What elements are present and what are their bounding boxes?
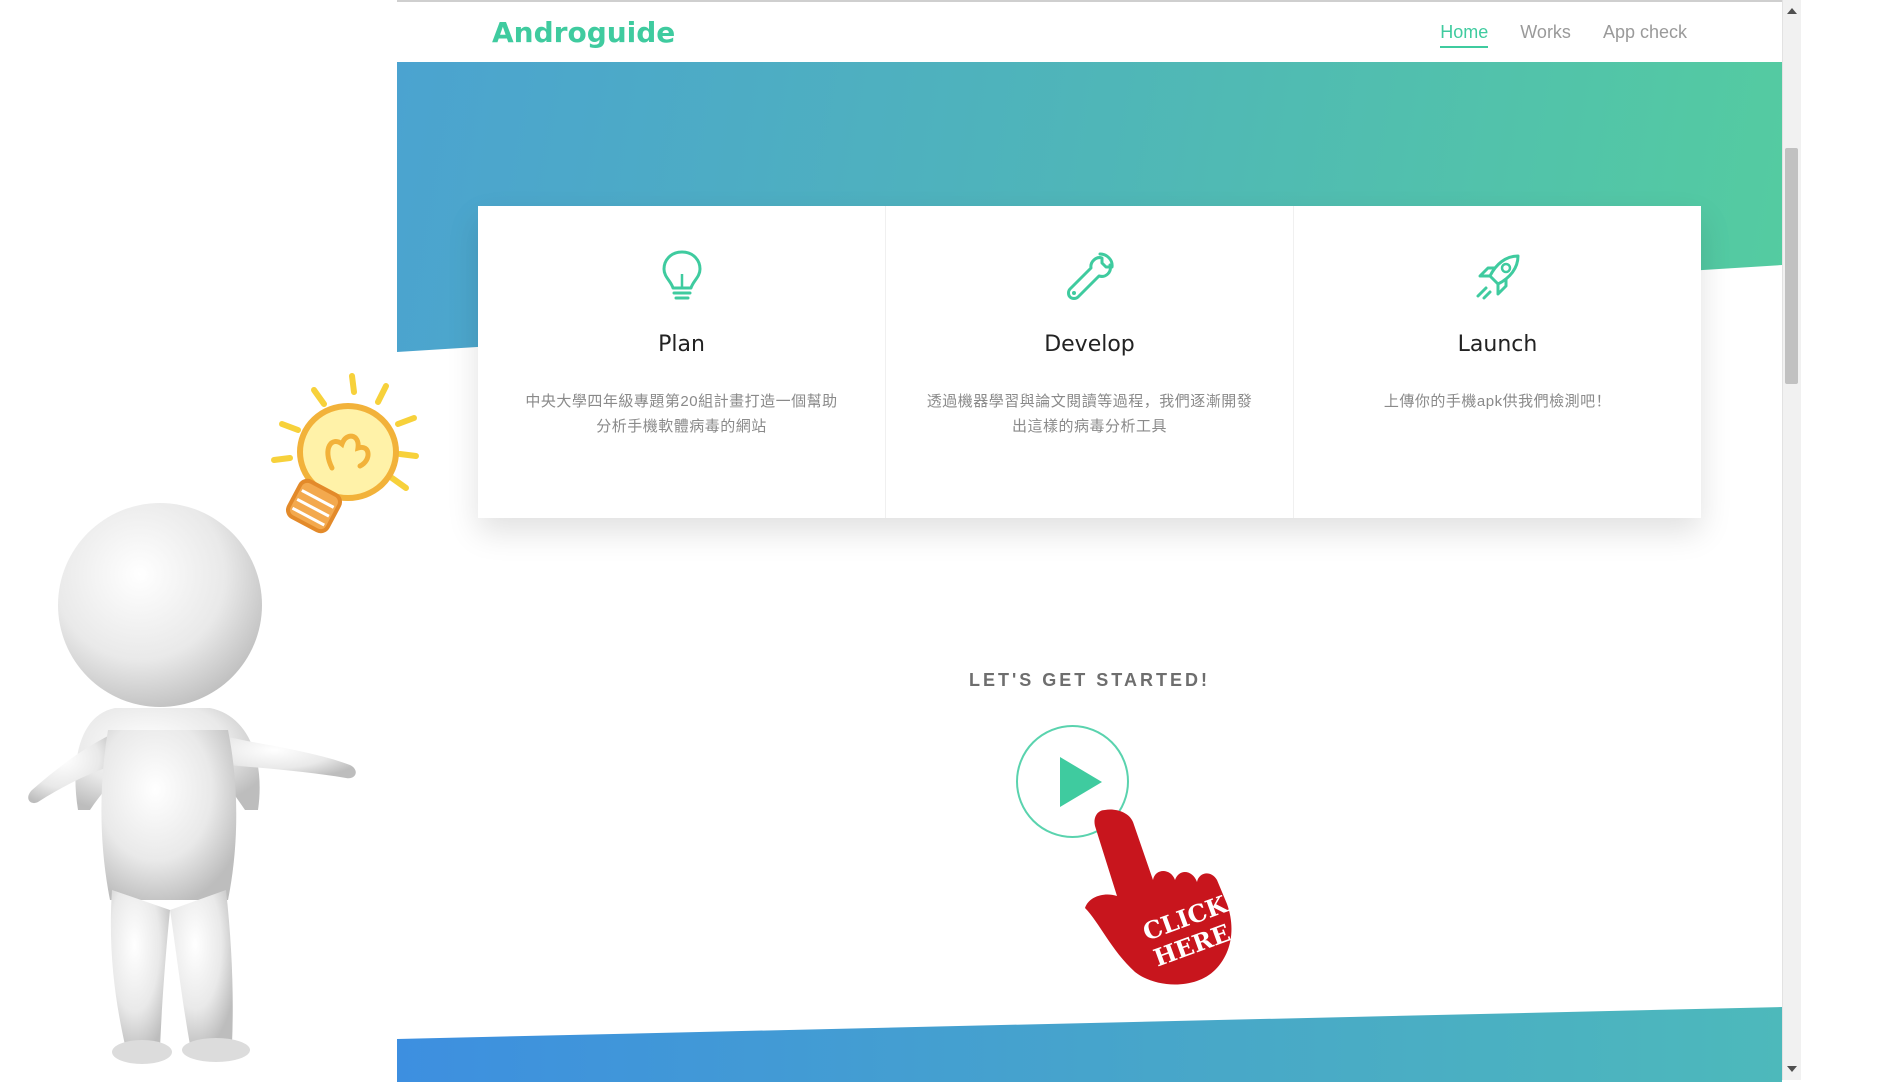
nav-link-app-check[interactable]: App check (1603, 22, 1687, 48)
nav-links: Home Works App check (1440, 22, 1687, 48)
scroll-thumb[interactable] (1785, 148, 1798, 384)
navbar: Androguide Home Works App check (397, 2, 1782, 62)
card-title: Launch (1457, 332, 1538, 357)
card-text: 透過機器學習與論文閱讀等過程，我們逐漸開發出這樣的病毒分析工具 (926, 393, 1253, 435)
card-text: 中央大學四年級專題第20組計畫打造一個幫助分析手機軟體病毒的網站 (525, 393, 838, 435)
nav-link-works[interactable]: Works (1520, 22, 1571, 48)
card-develop: Develop 透過機器學習與論文閱讀等過程，我們逐漸開發出這樣的病毒分析工具 (886, 206, 1294, 518)
wrench-icon (1066, 252, 1114, 300)
rocket-icon (1476, 254, 1519, 300)
card-title: Plan (658, 332, 705, 357)
nav-link-home[interactable]: Home (1440, 22, 1489, 48)
feature-cards: Plan 中央大學四年級專題第20組計畫打造一個幫助分析手機軟體病毒的網站 De… (478, 206, 1701, 518)
lightbulb-icon (662, 250, 701, 300)
card-text: 上傳你的手機apk供我們檢測吧！ (1383, 393, 1612, 410)
card-launch: Launch 上傳你的手機apk供我們檢測吧！ (1294, 206, 1701, 518)
card-title: Develop (1044, 332, 1135, 357)
brand-logo[interactable]: Androguide (492, 16, 675, 49)
card-plan: Plan 中央大學四年級專題第20組計畫打造一個幫助分析手機軟體病毒的網站 (478, 206, 886, 518)
click-here-hand-icon: CLICK HERE (1085, 809, 1234, 985)
white-figure-illustration (28, 503, 356, 1064)
footer-gradient-band (397, 1007, 1782, 1082)
scroll-up-icon[interactable] (1787, 8, 1797, 14)
cta-title: LET'S GET STARTED! (969, 670, 1210, 690)
vertical-scrollbar[interactable] (1782, 0, 1801, 1080)
scroll-down-icon[interactable] (1787, 1066, 1797, 1072)
